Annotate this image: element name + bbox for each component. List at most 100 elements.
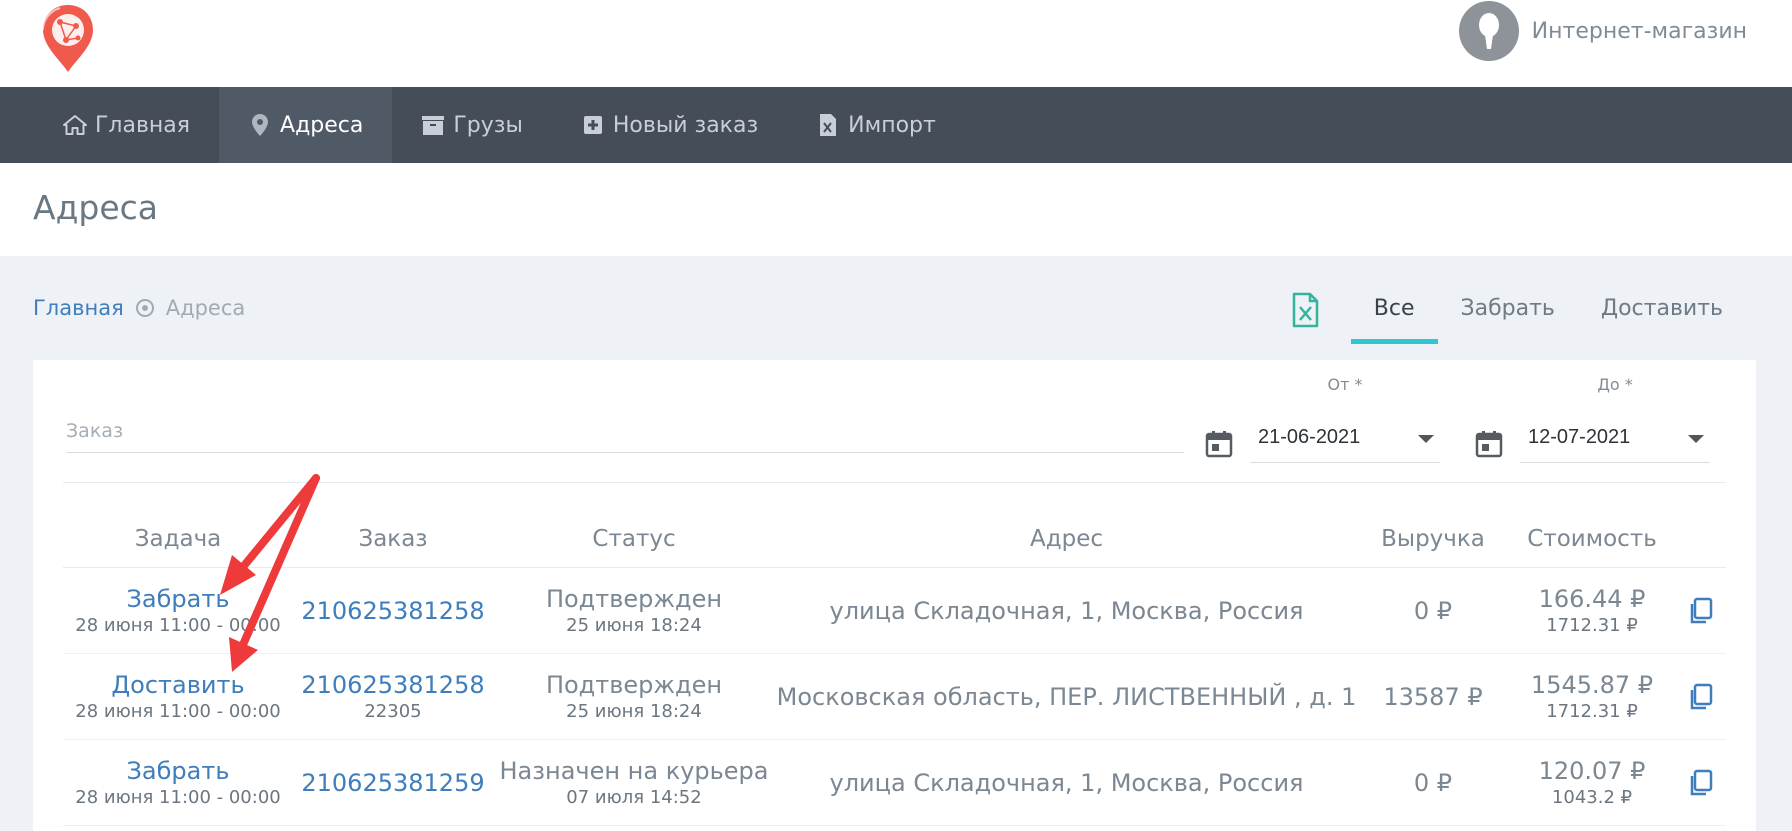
status-time: 25 июня 18:24	[566, 700, 702, 722]
order-sub: 22305	[364, 700, 422, 722]
actions-cell	[1676, 597, 1726, 625]
status-cell: Назначен на курьера 07 июля 14:52	[493, 756, 775, 810]
breadcrumb-current: Адреса	[165, 296, 246, 320]
actions-cell	[1676, 769, 1726, 797]
task-time: 28 июня 11:00 - 00:00	[75, 786, 281, 808]
cost-cell: 166.44 ₽ 1712.31 ₽	[1508, 584, 1676, 638]
status-cell: Подтвержден 25 июня 18:24	[493, 670, 775, 724]
status-cell: Подтвержден 25 июня 18:24	[493, 584, 775, 638]
column-header-status: Статус	[592, 525, 676, 552]
date-from-value: 21-06-2021	[1258, 426, 1361, 448]
table-row: Забрать 28 июня 11:00 - 00:00 2106253812…	[63, 740, 1726, 826]
addresses-table: Задача Заказ Статус Адрес Выручка Стоимо…	[63, 510, 1726, 826]
copy-icon[interactable]	[1688, 597, 1714, 625]
cost-total: 1712.31 ₽	[1546, 614, 1638, 636]
column-header-cost: Стоимость	[1527, 525, 1657, 552]
cost-cell: 120.07 ₽ 1043.2 ₽	[1508, 756, 1676, 810]
addresses-card: От * 21-06-2021 До * 12-07-2021	[33, 360, 1756, 831]
divider	[63, 482, 1726, 483]
cost-cell: 1545.87 ₽ 1712.31 ₽	[1508, 670, 1676, 724]
box-icon	[421, 113, 445, 137]
main-nav: Главная Адреса Грузы Новый заказ Импорт	[0, 87, 1792, 163]
task-cell: Доставить 28 июня 11:00 - 00:00	[63, 670, 293, 724]
nav-item-label: Адреса	[280, 112, 364, 138]
user-silhouette-icon	[1478, 13, 1499, 49]
table-row: Забрать 28 июня 11:00 - 00:00 2106253812…	[63, 568, 1726, 654]
nav-item-addresses[interactable]: Адреса	[219, 87, 393, 163]
breadcrumb: Главная Адреса	[33, 296, 245, 320]
revenue-cell: 0 ₽	[1413, 768, 1453, 797]
column-header-address: Адрес	[1029, 525, 1104, 552]
calendar-icon[interactable]	[1474, 429, 1504, 459]
address-cell: улица Складочная, 1, Москва, Россия	[829, 768, 1304, 797]
task-link[interactable]: Забрать	[63, 584, 293, 614]
copy-icon[interactable]	[1688, 769, 1714, 797]
status-text: Подтвержден	[545, 584, 723, 613]
status-text: Подтвержден	[545, 670, 723, 699]
column-header-order: Заказ	[358, 525, 428, 552]
tab-pickup[interactable]: Забрать	[1438, 288, 1578, 344]
date-from-field[interactable]: 21-06-2021	[1250, 413, 1440, 463]
column-header-task: Задача	[134, 525, 222, 552]
date-to-value: 12-07-2021	[1528, 426, 1631, 448]
order-link[interactable]: 210625381258	[293, 596, 493, 626]
page-title-bar: Адреса	[0, 163, 1792, 256]
top-header: Интернет-магазин	[0, 0, 1792, 87]
nav-item-import[interactable]: Импорт	[787, 87, 965, 163]
nav-item-cargo[interactable]: Грузы	[392, 87, 551, 163]
user-menu[interactable]: Интернет-магазин	[1458, 0, 1747, 62]
cost-total: 1043.2 ₽	[1551, 786, 1633, 808]
revenue-cell: 0 ₽	[1413, 596, 1453, 625]
home-icon	[63, 113, 87, 137]
cost-value: 166.44 ₽	[1538, 584, 1646, 613]
breadcrumb-separator-icon	[135, 299, 154, 317]
actions-cell	[1676, 683, 1726, 711]
copy-icon[interactable]	[1688, 683, 1714, 711]
breadcrumb-home-link[interactable]: Главная	[33, 296, 124, 320]
task-time: 28 июня 11:00 - 00:00	[75, 700, 281, 722]
date-to-label: До *	[1597, 375, 1633, 394]
status-time: 25 июня 18:24	[566, 614, 702, 636]
order-link[interactable]: 210625381259	[293, 768, 493, 798]
cost-value: 1545.87 ₽	[1530, 670, 1654, 699]
table-header: Задача Заказ Статус Адрес Выручка Стоимо…	[63, 510, 1726, 568]
task-cell: Забрать 28 июня 11:00 - 00:00	[63, 584, 293, 638]
order-cell: 210625381259	[293, 768, 493, 798]
avatar[interactable]	[1458, 1, 1519, 61]
nav-item-label: Импорт	[848, 112, 936, 138]
nav-item-home[interactable]: Главная	[34, 87, 219, 163]
order-link[interactable]: 210625381258	[293, 670, 493, 700]
order-cell: 210625381258	[293, 596, 493, 626]
filter-tabs: Все Забрать Доставить	[1285, 288, 1746, 344]
task-time: 28 июня 11:00 - 00:00	[75, 614, 281, 636]
user-name[interactable]: Интернет-магазин	[1532, 19, 1747, 44]
order-search-input[interactable]	[66, 410, 1184, 453]
nav-item-label: Грузы	[453, 112, 523, 138]
nav-item-new-order[interactable]: Новый заказ	[552, 87, 787, 163]
task-link[interactable]: Забрать	[63, 756, 293, 786]
page-title: Адреса	[33, 188, 159, 227]
order-cell: 210625381258 22305	[293, 670, 493, 724]
revenue-cell: 13587 ₽	[1383, 682, 1483, 711]
tab-deliver[interactable]: Доставить	[1578, 288, 1746, 344]
chevron-down-icon	[1418, 435, 1434, 443]
calendar-icon[interactable]	[1204, 429, 1234, 459]
table-row: Доставить 28 июня 11:00 - 00:00 21062538…	[63, 654, 1726, 740]
address-cell: Московская область, ПЕР. ЛИСТВЕННЫЙ , д.…	[776, 682, 1357, 711]
chevron-down-icon	[1688, 435, 1704, 443]
cost-value: 120.07 ₽	[1538, 756, 1646, 785]
column-header-revenue: Выручка	[1381, 525, 1485, 552]
task-link[interactable]: Доставить	[63, 670, 293, 700]
nav-item-label: Главная	[95, 112, 191, 138]
date-to-field[interactable]: 12-07-2021	[1520, 413, 1710, 463]
tab-all[interactable]: Все	[1350, 288, 1438, 344]
plus-square-icon	[581, 113, 605, 137]
cost-total: 1712.31 ₽	[1546, 700, 1638, 722]
nav-item-label: Новый заказ	[612, 112, 759, 138]
address-cell: улица Складочная, 1, Москва, Россия	[829, 596, 1304, 625]
date-from-label: От *	[1327, 375, 1363, 394]
logo-icon[interactable]	[38, 2, 98, 74]
map-marker-icon	[248, 113, 272, 137]
excel-export-icon[interactable]	[1285, 290, 1325, 330]
status-text: Назначен на курьера	[499, 756, 769, 785]
